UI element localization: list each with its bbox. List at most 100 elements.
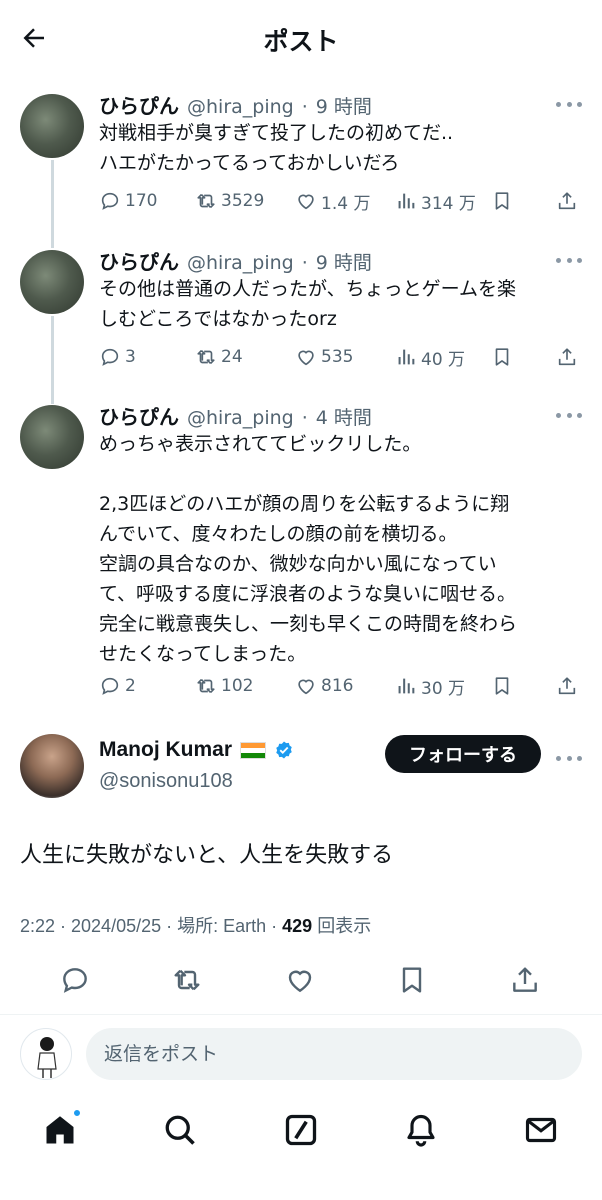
follow-button[interactable]: フォローする <box>385 735 541 773</box>
avatar[interactable] <box>20 405 84 469</box>
reply-count: 170 <box>125 191 158 211</box>
reply-input[interactable] <box>86 1028 582 1080</box>
share-button[interactable] <box>556 186 578 216</box>
bookmark-button[interactable] <box>394 962 430 998</box>
post-actions: 3 24 535 40 万 <box>99 342 582 372</box>
author-name[interactable]: ひらぴん <box>99 90 179 119</box>
bell-icon <box>407 1114 435 1147</box>
avatar[interactable] <box>20 94 84 158</box>
share-button[interactable] <box>556 671 578 701</box>
share-button[interactable] <box>556 342 578 372</box>
thread-post-3[interactable]: ひらぴん @hira_ping · 4 時間 めっちゃ表示されててビックリした。… <box>0 401 602 711</box>
heart-icon <box>298 350 314 366</box>
repost-icon <box>174 969 200 991</box>
separator: · <box>301 252 308 274</box>
thread-post-1[interactable]: ひらぴん @hira_ping · 9 時間 対戦相手が臭すぎて投了したの初めて… <box>0 90 602 230</box>
reply-button[interactable]: 170 <box>99 186 157 216</box>
reply-composer <box>0 1016 602 1096</box>
repost-button[interactable]: 24 <box>195 342 243 372</box>
post-time[interactable]: 9 時間 <box>316 248 372 275</box>
avatar[interactable] <box>20 250 84 314</box>
analytics-icon <box>398 678 415 694</box>
repost-button[interactable] <box>169 962 205 998</box>
nav-messages[interactable] <box>521 1110 561 1150</box>
author-name[interactable]: ひらぴん <box>99 246 179 275</box>
share-icon <box>558 677 576 695</box>
post-time[interactable]: 4 時間 <box>316 403 372 430</box>
bottom-navigation <box>0 1096 602 1200</box>
views-count: 30 万 <box>421 678 466 699</box>
more-options-button[interactable] <box>556 250 582 270</box>
post-text: めっちゃ表示されててビックリした。 2,3匹ほどのハエが顔の周りを公転するように… <box>99 433 518 665</box>
author-handle[interactable]: @hira_ping <box>187 252 294 274</box>
like-button[interactable]: 1.4 万 <box>295 186 370 216</box>
share-button[interactable] <box>507 962 543 998</box>
heart-icon <box>288 970 312 993</box>
more-options-button[interactable] <box>556 748 582 768</box>
author-row: Manoj Kumar <box>99 738 294 762</box>
page-title: ポスト <box>263 27 339 56</box>
more-options-button[interactable] <box>556 94 582 114</box>
post-actions: 170 3529 1.4 万 314 万 <box>99 186 582 216</box>
bookmark-icon <box>495 192 509 210</box>
avatar[interactable] <box>20 734 84 798</box>
thread-post-2[interactable]: ひらぴん @hira_ping · 9 時間 その他は普通の人だったが、ちょっと… <box>0 246 602 386</box>
reply-button[interactable] <box>57 962 93 998</box>
reply-icon <box>63 968 87 993</box>
post-text: その他は普通の人だったが、ちょっとゲームを楽 しむどころではなかったorz <box>99 278 517 330</box>
reply-button[interactable]: 2 <box>99 671 136 701</box>
separator: · <box>301 407 308 429</box>
bookmark-icon <box>495 677 509 695</box>
heart-icon <box>298 194 314 210</box>
author-handle[interactable]: @sonisonu108 <box>99 770 233 793</box>
reply-icon <box>101 348 119 366</box>
post-actions: 2 102 816 30 万 <box>99 671 582 701</box>
repost-count: 24 <box>221 347 243 367</box>
views-button[interactable]: 30 万 <box>395 671 465 701</box>
repost-count: 102 <box>221 676 254 696</box>
post-header: ひらぴん @hira_ping · 9 時間 <box>99 246 562 274</box>
analytics-icon <box>398 349 415 365</box>
view-count: 429 <box>282 916 313 936</box>
author-handle[interactable]: @hira_ping <box>187 96 294 118</box>
author-handle[interactable]: @hira_ping <box>187 407 294 429</box>
post-timestamp[interactable]: 2:22 · 2024/05/25 · 場所: Earth · <box>20 916 282 936</box>
repost-icon <box>197 193 215 209</box>
reply-button[interactable]: 3 <box>99 342 136 372</box>
bookmark-button[interactable] <box>491 186 513 216</box>
views-button[interactable]: 314 万 <box>395 186 476 216</box>
repost-button[interactable]: 102 <box>195 671 253 701</box>
like-button[interactable]: 816 <box>295 671 353 701</box>
bookmark-button[interactable] <box>491 671 513 701</box>
compose-icon <box>285 1114 317 1146</box>
repost-count: 3529 <box>221 191 265 211</box>
nav-compose[interactable] <box>281 1110 321 1150</box>
repost-button[interactable]: 3529 <box>195 186 264 216</box>
more-options-button[interactable] <box>556 405 582 425</box>
home-icon <box>46 1116 74 1144</box>
reply-icon <box>101 192 119 210</box>
bookmark-icon <box>495 348 509 366</box>
post-time[interactable]: 9 時間 <box>316 92 372 119</box>
like-button[interactable] <box>282 962 318 998</box>
like-count: 535 <box>321 347 354 367</box>
views-button[interactable]: 40 万 <box>395 342 465 372</box>
user-illustration-icon <box>37 1037 57 1078</box>
india-flag-icon <box>240 741 267 759</box>
nav-notifications[interactable] <box>401 1110 441 1150</box>
nav-search[interactable] <box>160 1110 200 1150</box>
repost-icon <box>197 678 215 694</box>
post-meta: 2:22 · 2024/05/25 · 場所: Earth · 429 回表示 <box>20 912 371 938</box>
heart-icon <box>298 679 314 695</box>
nav-home[interactable] <box>40 1108 82 1150</box>
focused-post-actions <box>0 958 602 1002</box>
bookmark-button[interactable] <box>491 342 513 372</box>
bookmark-icon <box>402 967 422 993</box>
author-name[interactable]: ひらぴん <box>99 401 179 430</box>
views-count: 314 万 <box>421 193 476 214</box>
current-user-avatar[interactable] <box>20 1028 72 1080</box>
author-name[interactable]: Manoj Kumar <box>99 738 232 762</box>
search-icon <box>165 1115 195 1145</box>
like-button[interactable]: 535 <box>295 342 353 372</box>
new-content-dot <box>72 1108 82 1118</box>
